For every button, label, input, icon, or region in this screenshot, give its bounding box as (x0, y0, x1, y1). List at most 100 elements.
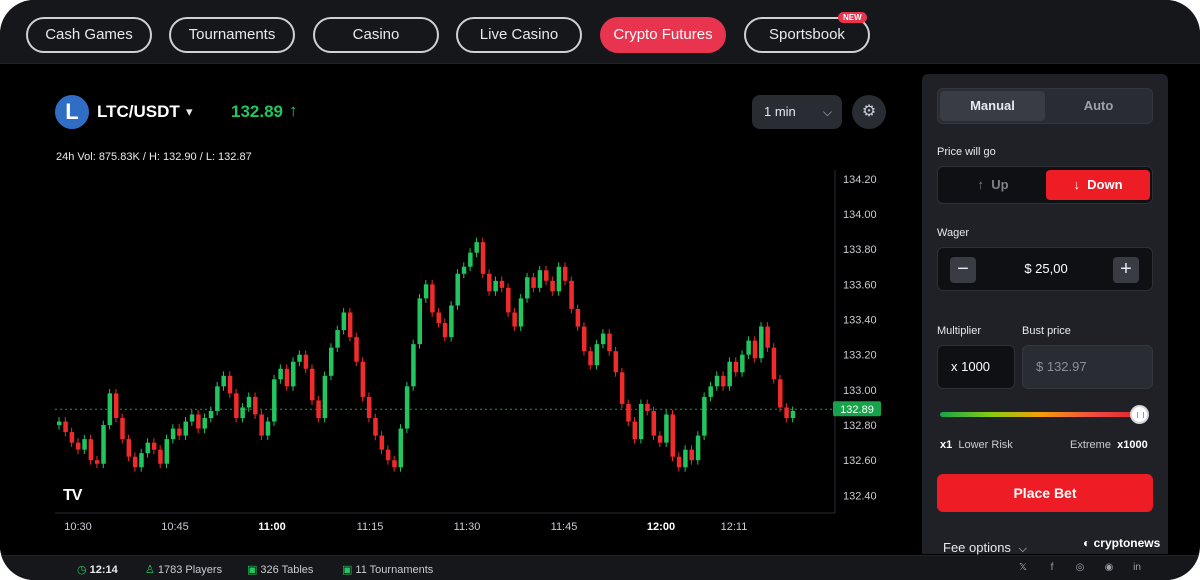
candle-body (474, 242, 479, 253)
linkedin-icon[interactable]: in (1130, 561, 1144, 575)
candle-body (600, 333, 606, 345)
increase-wager-button[interactable]: + (1113, 257, 1139, 283)
nav-casino[interactable]: Casino (313, 17, 439, 53)
candle-body (57, 421, 62, 426)
candle-body (69, 432, 75, 443)
place-bet-button[interactable]: Place Bet (937, 474, 1153, 512)
candle-body (316, 400, 321, 419)
candle-body (170, 428, 176, 440)
discord-icon[interactable]: ◉ (1102, 561, 1116, 575)
candle-body (442, 323, 448, 338)
candle-body (227, 375, 233, 394)
candle-body (512, 312, 517, 327)
x-twitter-icon[interactable]: 𝕏 (1016, 561, 1030, 575)
candle-body (562, 266, 568, 281)
footer-players: ♙ 1783 Players (145, 563, 222, 576)
candle-body (297, 354, 302, 362)
candle-body (556, 266, 562, 292)
y-tick-label: 134.20 (843, 174, 877, 186)
tab-auto[interactable]: Auto (1046, 91, 1151, 121)
candle-body (221, 375, 226, 387)
up-button[interactable]: ↑ Up (941, 170, 1045, 200)
x-tick-label: 10:30 (64, 521, 92, 533)
y-tick-label: 133.20 (843, 350, 877, 362)
current-price: 132.89 (231, 102, 283, 121)
candle-body (196, 414, 201, 429)
y-tick-label: 132.60 (843, 455, 877, 467)
fee-options-label: Fee options (943, 540, 1011, 555)
risk-low-label: Lower Risk (958, 439, 1013, 451)
candle-body (632, 421, 638, 440)
slider-handle[interactable] (1130, 405, 1149, 424)
watermark-text: cryptonews (1093, 536, 1161, 550)
bust-price-field: $ 132.97 (1022, 345, 1153, 389)
candle-body (354, 337, 359, 362)
candle-body (493, 280, 498, 292)
candle-body (487, 273, 492, 292)
chevron-down-icon[interactable]: ▾ (186, 104, 193, 120)
wager-label: Wager (937, 227, 969, 239)
arrow-up-icon: ↑ (289, 101, 298, 120)
risk-low: x1 Lower Risk (940, 439, 1013, 451)
candle-body (158, 449, 163, 464)
candle-body (436, 312, 441, 324)
candle-body (480, 242, 486, 274)
down-button[interactable]: ↓ Down (1046, 170, 1150, 200)
candle-body (740, 354, 745, 373)
tab-manual[interactable]: Manual (940, 91, 1045, 121)
candle-body (291, 361, 296, 387)
candle-body (132, 456, 138, 468)
x-tick-label: 12:00 (647, 521, 675, 533)
multiplier-input[interactable]: x 1000 (937, 345, 1015, 389)
gear-icon[interactable]: ⚙ (852, 95, 886, 129)
candle-body (88, 439, 94, 461)
new-badge: NEW (838, 12, 867, 23)
arrow-up-icon: ↑ (977, 177, 984, 192)
candle-body (164, 439, 170, 464)
candle-body (373, 418, 378, 436)
candle-body (708, 386, 713, 397)
pair-selector[interactable]: LTC/USDT (97, 102, 180, 122)
candle-body (392, 460, 397, 468)
candlestick-chart[interactable]: 134.20 134.00 133.80 133.60 133.40 133.20 133.… (0, 160, 920, 540)
candle-body (790, 410, 796, 419)
risk-high-label: Extreme (1070, 439, 1111, 451)
nav-live-casino[interactable]: Live Casino (456, 17, 582, 53)
candle-body (63, 421, 68, 433)
candle-body (550, 280, 555, 292)
cryptonews-logo-icon: ◐ (1083, 536, 1091, 550)
candle-body (607, 333, 612, 352)
multiplier-slider[interactable] (940, 412, 1140, 417)
fee-options-toggle[interactable]: Fee options ⌵ (943, 540, 1027, 556)
y-tick-label: 132.40 (843, 490, 877, 502)
facebook-icon[interactable]: f (1045, 561, 1059, 575)
x-tick-label: 11:45 (551, 521, 578, 533)
nav-cash-games[interactable]: Cash Games (26, 17, 152, 53)
candle-body (461, 266, 467, 274)
candle-body (695, 435, 701, 461)
candle-body (771, 347, 777, 380)
direction-toggle: ↑ Up ↓ Down (937, 166, 1153, 204)
footer-tournaments: ▣ 11 Tournaments (342, 563, 433, 576)
interval-select[interactable]: 1 min ⌵ (752, 95, 842, 129)
current-price-tag-label: 132.89 (840, 404, 874, 416)
footer-tables: ▣ 326 Tables (247, 563, 313, 576)
x-tick-label: 12:11 (721, 521, 748, 533)
nav-crypto-futures[interactable]: Crypto Futures (600, 17, 726, 53)
down-label: Down (1087, 177, 1123, 192)
tables-icon: ▣ (247, 564, 258, 576)
candle-body (727, 361, 732, 387)
candle-body (328, 347, 334, 376)
candle-body (525, 277, 530, 299)
candle-body (82, 439, 87, 450)
x-tick-label: 11:30 (454, 521, 481, 533)
candle-body (309, 368, 315, 401)
candle-body (518, 298, 524, 327)
x-tick-label: 11:00 (258, 521, 286, 533)
y-tick-label: 133.00 (843, 385, 877, 397)
nav-tournaments[interactable]: Tournaments (169, 17, 295, 53)
instagram-icon[interactable]: ◎ (1073, 561, 1087, 575)
arrow-down-icon: ↓ (1073, 177, 1080, 192)
candle-body (404, 386, 410, 429)
mode-tabs: Manual Auto (937, 88, 1153, 124)
